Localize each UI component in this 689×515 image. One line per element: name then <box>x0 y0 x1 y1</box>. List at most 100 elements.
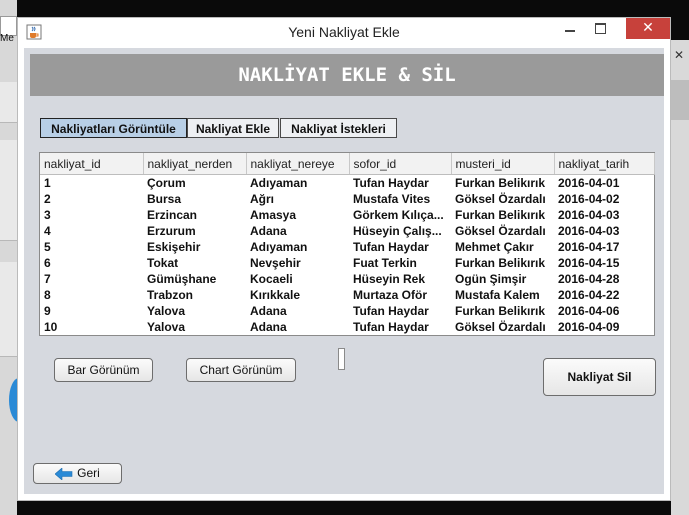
table-cell: Erzurum <box>147 224 196 238</box>
tab-view-shipments[interactable]: Nakliyatları Görüntüle <box>40 118 187 138</box>
table-cell: 4 <box>44 224 51 238</box>
table-row[interactable]: 6 Tokat Nevşehir Fuat Terkin Furkan Beli… <box>40 255 654 271</box>
table-cell: Kırıkkale <box>250 288 301 302</box>
column-header[interactable]: nakliyat_id <box>40 153 144 175</box>
table-cell: 10 <box>44 320 58 334</box>
page-title: NAKLİYAT EKLE & SİL <box>30 54 664 96</box>
column-header[interactable]: nakliyat_nerden <box>143 153 247 175</box>
table-cell: Adıyaman <box>250 176 308 190</box>
column-header[interactable]: sofor_id <box>349 153 452 175</box>
table-cell: 2016-04-09 <box>558 320 620 334</box>
table-cell: 9 <box>44 304 51 318</box>
table-cell: Tufan Haydar <box>353 240 429 254</box>
background-window-right: ✕ <box>671 40 689 515</box>
table-cell: Mustafa Vites <box>353 192 431 206</box>
table-cell: Furkan Belikırık <box>455 304 546 318</box>
table-cell: Adıyaman <box>250 240 308 254</box>
table-cell: 8 <box>44 288 51 302</box>
table-cell: Tokat <box>147 256 179 270</box>
table-cell: 5 <box>44 240 51 254</box>
table-cell: 2016-04-15 <box>558 256 620 270</box>
table-cell: Fuat Terkin <box>353 256 417 270</box>
table-cell: Amasya <box>250 208 297 222</box>
column-header[interactable]: nakliyat_tarih <box>554 153 655 175</box>
table-cell: Tufan Haydar <box>353 304 429 318</box>
back-button[interactable]: Geri <box>33 463 122 484</box>
tab-shipment-requests[interactable]: Nakliyat İstekleri <box>280 118 397 138</box>
table-row[interactable]: 1 Çorum Adıyaman Tufan Haydar Furkan Bel… <box>40 175 654 192</box>
table-cell: 2016-04-03 <box>558 208 620 222</box>
shipments-table[interactable]: nakliyat_id nakliyat_nerden nakliyat_ner… <box>39 152 655 336</box>
table-cell: Ağrı <box>250 192 274 206</box>
empty-progress-indicator <box>338 348 345 370</box>
table-row[interactable]: 3 Erzincan Amasya Görkem Kılıça... Furka… <box>40 207 654 223</box>
table-cell: Tufan Haydar <box>353 320 429 334</box>
background-window-left: Me <box>0 0 29 515</box>
table-row[interactable]: 5 Eskişehir Adıyaman Tufan Haydar Mehmet… <box>40 239 654 255</box>
dialog-window: Yeni Nakliyat Ekle ✕ NAKLİYAT EKLE & SİL… <box>17 17 671 501</box>
table-cell: 2016-04-06 <box>558 304 620 318</box>
minimize-button[interactable] <box>556 18 584 39</box>
table-cell: Nevşehir <box>250 256 301 270</box>
table-cell: Hüseyin Rek <box>353 272 426 286</box>
table-row[interactable]: 7 Gümüşhane Kocaeli Hüseyin Rek Ogün Şim… <box>40 271 654 287</box>
table-cell: Adana <box>250 224 287 238</box>
table-cell: Hüseyin Çalış... <box>353 224 442 238</box>
table-cell: Görkem Kılıça... <box>353 208 444 222</box>
table-row[interactable]: 10 Yalova Adana Tufan Haydar Göksel Özar… <box>40 319 654 335</box>
background-strip <box>0 262 17 357</box>
title-bar: Yeni Nakliyat Ekle ✕ <box>18 18 670 47</box>
table-cell: 1 <box>44 176 51 190</box>
table-cell: Furkan Belikırık <box>455 176 546 190</box>
bar-view-button[interactable]: Bar Görünüm <box>54 358 153 382</box>
delete-shipment-button[interactable]: Nakliyat Sil <box>543 358 656 396</box>
table-cell: Furkan Belikırık <box>455 256 546 270</box>
table-row[interactable]: 2 Bursa Ağrı Mustafa Vites Göksel Özarda… <box>40 191 654 207</box>
table-cell: Göksel Özardalı <box>455 192 546 206</box>
table-cell: 2 <box>44 192 51 206</box>
background-caption: Me <box>0 33 14 44</box>
column-header[interactable]: musteri_id <box>451 153 555 175</box>
background-strip <box>0 140 17 241</box>
column-header[interactable]: nakliyat_nereye <box>246 153 350 175</box>
table-row[interactable]: 8 Trabzon Kırıkkale Murtaza Oför Mustafa… <box>40 287 654 303</box>
content-panel: NAKLİYAT EKLE & SİL Nakliyatları Görüntü… <box>24 48 664 494</box>
table-cell: Gümüşhane <box>147 272 217 286</box>
table-row[interactable]: 9 Yalova Adana Tufan Haydar Furkan Belik… <box>40 303 654 319</box>
background-bar <box>671 80 689 120</box>
table-cell: Murtaza Oför <box>353 288 428 302</box>
table-cell: Yalova <box>147 320 186 334</box>
table-cell: Bursa <box>147 192 182 206</box>
left-arrow-icon <box>55 467 73 480</box>
tab-add-shipment[interactable]: Nakliyat Ekle <box>187 118 279 138</box>
table-header-row: nakliyat_id nakliyat_nerden nakliyat_ner… <box>40 153 655 175</box>
table-cell: Ogün Şimşir <box>455 272 527 286</box>
chart-view-button[interactable]: Chart Görünüm <box>186 358 296 382</box>
table-cell: Erzincan <box>147 208 198 222</box>
table-cell: Adana <box>250 304 287 318</box>
background-strip <box>0 82 17 123</box>
table-cell: Eskişehir <box>147 240 201 254</box>
table-cell: Trabzon <box>147 288 194 302</box>
table-cell: 2016-04-28 <box>558 272 620 286</box>
table-cell: 3 <box>44 208 51 222</box>
table-cell: Göksel Özardalı <box>455 320 546 334</box>
close-button[interactable]: ✕ <box>626 18 670 39</box>
maximize-button[interactable] <box>587 18 615 39</box>
table-cell: 2016-04-01 <box>558 176 620 190</box>
table-cell: Mustafa Kalem <box>455 288 540 302</box>
table-cell: Tufan Haydar <box>353 176 429 190</box>
table-cell: Adana <box>250 320 287 334</box>
table-cell: Yalova <box>147 304 186 318</box>
table-cell: 7 <box>44 272 51 286</box>
table-cell: Mehmet Çakır <box>455 240 534 254</box>
table-cell: 2016-04-03 <box>558 224 620 238</box>
table-cell: 2016-04-22 <box>558 288 620 302</box>
table-cell: 2016-04-02 <box>558 192 620 206</box>
back-button-label: Geri <box>77 466 100 480</box>
table-cell: Kocaeli <box>250 272 293 286</box>
table-cell: Göksel Özardalı <box>455 224 546 238</box>
table-cell: Çorum <box>147 176 186 190</box>
table-row[interactable]: 4 Erzurum Adana Hüseyin Çalış... Göksel … <box>40 223 654 239</box>
table-cell: 2016-04-17 <box>558 240 620 254</box>
